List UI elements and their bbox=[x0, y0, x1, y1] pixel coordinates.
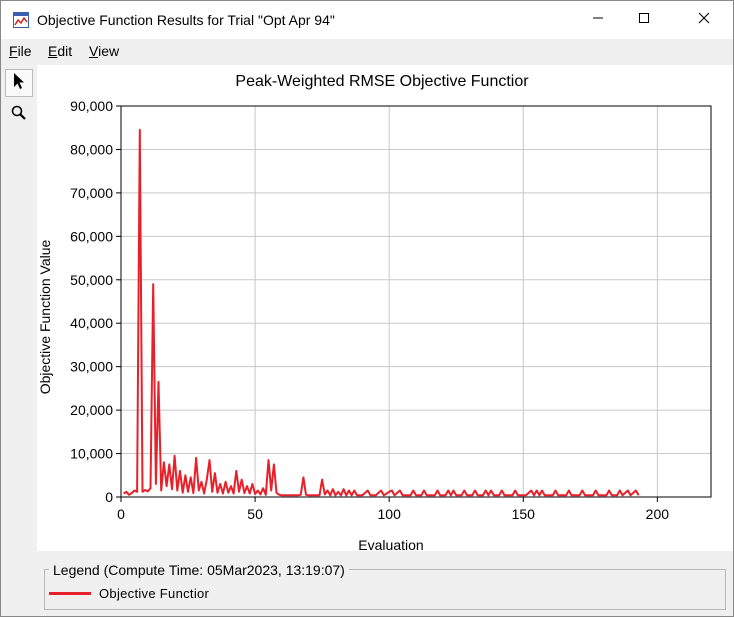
y-tick-label: 0 bbox=[105, 489, 113, 505]
y-tick-label: 80,000 bbox=[70, 141, 113, 157]
zoom-tool-button[interactable] bbox=[5, 101, 33, 129]
menu-view[interactable]: View bbox=[89, 43, 119, 59]
zoom-magnifier-icon bbox=[10, 104, 28, 127]
chart-title: Peak-Weighted RMSE Objective Functior bbox=[235, 73, 529, 90]
maximize-icon bbox=[638, 11, 650, 29]
legend-series-label: Objective Functior bbox=[99, 586, 210, 601]
menu-edit[interactable]: Edit bbox=[48, 43, 72, 59]
close-button[interactable] bbox=[681, 1, 727, 39]
x-tick-label: 100 bbox=[378, 506, 402, 522]
arrow-pointer-icon bbox=[12, 72, 26, 95]
window-title: Objective Function Results for Trial "Op… bbox=[37, 12, 335, 28]
x-tick-label: 0 bbox=[117, 506, 125, 522]
y-tick-label: 20,000 bbox=[70, 402, 113, 418]
results-window: Objective Function Results for Trial "Op… bbox=[0, 0, 734, 617]
plot-frame bbox=[120, 105, 712, 498]
x-tick-label: 50 bbox=[247, 506, 263, 522]
y-axis-label: Objective Function Value bbox=[37, 239, 53, 394]
y-tick-label: 70,000 bbox=[70, 185, 113, 201]
y-tick-label: 30,000 bbox=[70, 359, 113, 375]
legend-series-swatch bbox=[49, 592, 91, 595]
minimize-button[interactable] bbox=[575, 1, 621, 39]
x-axis-label: Evaluation bbox=[358, 537, 423, 551]
select-tool-button[interactable] bbox=[5, 69, 33, 97]
chart-toolbar bbox=[3, 65, 35, 135]
maximize-button[interactable] bbox=[621, 1, 667, 39]
chart-panel: Peak-Weighted RMSE Objective Functior 0 1… bbox=[37, 65, 733, 553]
y-tick-label: 90,000 bbox=[70, 98, 113, 114]
menu-bar: File Edit View bbox=[1, 39, 733, 63]
objective-function-chart: Peak-Weighted RMSE Objective Functior 0 1… bbox=[37, 73, 712, 553]
x-tick-label: 200 bbox=[646, 506, 670, 522]
y-tick-label: 40,000 bbox=[70, 315, 113, 331]
legend-title: Legend (Compute Time: 05Mar2023, 13:19:0… bbox=[49, 562, 349, 578]
y-tick-label: 50,000 bbox=[70, 272, 113, 288]
title-bar[interactable]: Objective Function Results for Trial "Op… bbox=[1, 1, 733, 39]
minimize-icon bbox=[592, 11, 604, 29]
objective-function-series-line bbox=[123, 128, 640, 497]
y-tick-label: 10,000 bbox=[70, 446, 113, 462]
x-tick-label: 150 bbox=[512, 506, 536, 522]
menu-file[interactable]: File bbox=[9, 43, 32, 59]
app-chart-icon bbox=[13, 12, 29, 28]
close-icon bbox=[698, 11, 710, 29]
y-tick-label: 60,000 bbox=[70, 228, 113, 244]
